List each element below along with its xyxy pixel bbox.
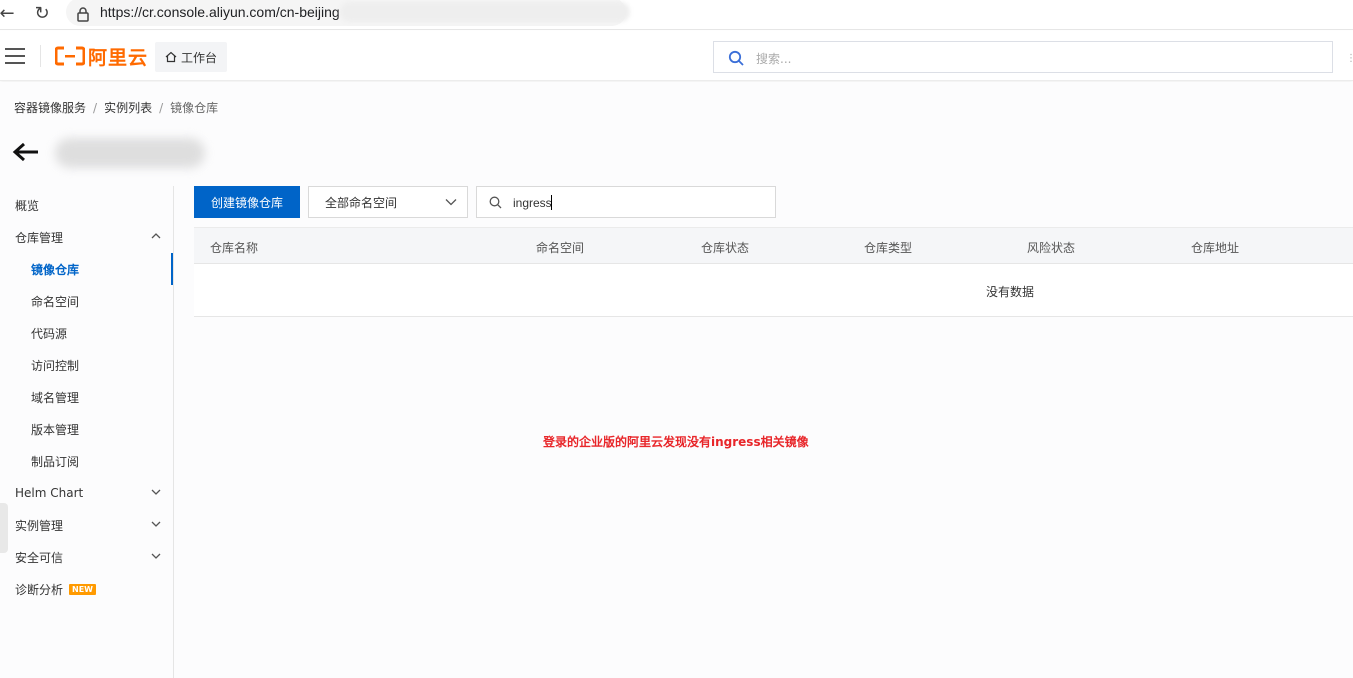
chevron-up-icon [151,233,161,239]
column-header-namespace: 命名空间 [536,241,585,255]
more-icon[interactable]: ⋮ [1346,53,1353,64]
sidebar-collapse-handle[interactable] [0,503,8,553]
sidebar-item-versions[interactable]: 版本管理 [0,413,173,445]
column-header-repo-status: 仓库状态 [701,241,750,255]
menu-icon[interactable] [5,48,25,64]
aliyun-logo[interactable]: 阿里云 [55,44,149,69]
sidebar-item-label: 实例管理 [15,518,64,533]
breadcrumb-item-instances[interactable]: 实例列表 [104,101,152,115]
chevron-down-icon [151,521,161,527]
sidebar-item-domains[interactable]: 域名管理 [0,381,173,413]
home-icon [165,51,177,63]
text-cursor [551,195,552,210]
back-arrow-icon[interactable] [12,141,40,163]
header-divider [40,45,41,67]
column-header-repo-type: 仓库类型 [864,241,913,255]
sidebar-group-repo-management[interactable]: 仓库管理 [0,221,173,253]
redacted-instance-title [55,138,205,168]
breadcrumb-item-service[interactable]: 容器镜像服务 [14,101,86,115]
search-placeholder: 搜索... [756,52,792,66]
sidebar-item-label: 访问控制 [31,358,80,373]
sidebar-item-label: 命名空间 [31,294,80,309]
sidebar-item-image-repos[interactable]: 镜像仓库 [0,253,173,285]
sidebar-group-helm-chart[interactable]: Helm Chart [0,477,173,509]
content-area [0,82,1353,678]
sidebar-group-security[interactable]: 安全可信 [0,541,173,573]
sidebar-item-overview[interactable]: 概览 [0,189,173,221]
create-repo-button[interactable]: 创建镜像仓库 [194,186,300,218]
search-icon [489,196,502,209]
column-header-repo-address: 仓库地址 [1191,241,1240,255]
sidebar-item-label: 安全可信 [15,550,64,565]
table-empty-row: 没有数据 [194,264,1353,317]
sidebar-item-label: 诊断分析 [15,582,64,597]
sidebar-item-label: 镜像仓库 [31,262,80,277]
annotation-note: 登录的企业版的阿里云发现没有ingress相关镜像 [543,435,809,449]
sidebar-item-label: 概览 [15,198,40,213]
reload-icon[interactable]: ↻ [31,3,53,25]
workbench-button[interactable]: 工作台 [155,42,228,72]
breadcrumb-separator: / [159,101,164,115]
back-arrow-icon[interactable]: ← [0,3,18,25]
sidebar-item-diagnostics[interactable]: 诊断分析 NEW [0,573,173,605]
repo-search-input[interactable]: ingress [476,186,776,218]
sidebar-item-namespaces[interactable]: 命名空间 [0,285,173,317]
column-header-repo-name: 仓库名称 [210,241,259,255]
new-badge: NEW [69,583,96,595]
breadcrumb: 容器镜像服务 / 实例列表 / 镜像仓库 [14,99,218,116]
tune-icon[interactable] [76,6,90,22]
sidebar-item-label: 域名管理 [31,390,80,405]
global-search-input[interactable]: 搜索... [713,41,1333,73]
chevron-down-icon [151,553,161,559]
repo-search-value: ingress [513,196,552,210]
empty-text: 没有数据 [986,285,1035,299]
workbench-label: 工作台 [181,50,218,65]
sidebar-group-instance-management[interactable]: 实例管理 [0,509,173,541]
sidebar-item-artifact-subscription[interactable]: 制品订阅 [0,445,173,477]
column-header-risk-status: 风险状态 [1027,241,1076,255]
sidebar-item-label: Helm Chart [15,486,84,500]
sidebar-item-label: 版本管理 [31,422,80,437]
search-icon [728,50,744,66]
sidebar-item-label: 制品订阅 [31,454,80,469]
sidebar-item-label: 仓库管理 [15,230,64,245]
chevron-down-icon [445,199,457,206]
namespace-select[interactable]: 全部命名空间 [308,186,468,218]
table-header: 仓库名称 命名空间 仓库状态 仓库类型 风险状态 仓库地址 [194,227,1353,264]
sidebar: 概览 仓库管理 镜像仓库 命名空间 代码源 访问控制 域名管理 版本管理 制品订… [0,186,174,678]
browser-toolbar: ← ↻ https://cr.console.aliyun.com/cn-bei… [0,0,1353,30]
breadcrumb-item-current: 镜像仓库 [170,101,219,115]
chevron-down-icon [151,489,161,495]
sidebar-item-label: 代码源 [31,326,68,341]
sidebar-item-code-source[interactable]: 代码源 [0,317,173,349]
aliyun-logo-mark-icon [55,46,85,66]
console-header: 阿里云 工作台 搜索... ⋮ [0,31,1353,81]
url-text[interactable]: https://cr.console.aliyun.com/cn-beijing [100,4,340,20]
breadcrumb-separator: / [93,101,98,115]
namespace-select-value: 全部命名空间 [325,195,398,210]
logo-text: 阿里云 [88,46,149,69]
redacted-url-region [340,2,630,22]
sidebar-item-access-control[interactable]: 访问控制 [0,349,173,381]
